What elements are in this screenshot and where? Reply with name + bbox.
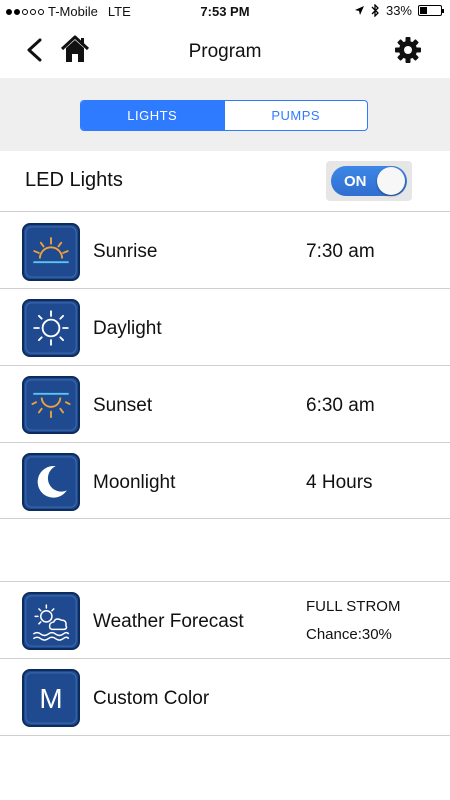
status-bar: T-Mobile LTE 7:53 PM 33% xyxy=(0,0,450,22)
list-item-sunrise[interactable]: Sunrise 7:30 am xyxy=(0,212,450,289)
tab-lights[interactable]: LIGHTS xyxy=(81,101,224,130)
location-arrow-icon xyxy=(354,6,364,15)
toggle-label: ON xyxy=(344,173,367,190)
custom-color-label: Custom Color xyxy=(93,688,210,709)
led-lights-row: LED Lights ON xyxy=(0,151,450,212)
led-toggle[interactable]: ON xyxy=(331,166,407,196)
status-right: 33% xyxy=(354,3,444,18)
daylight-label: Daylight xyxy=(93,318,162,339)
list-item-daylight[interactable]: Daylight xyxy=(0,289,450,366)
battery-icon xyxy=(418,5,444,16)
sunset-icon xyxy=(22,376,80,434)
sunrise-label: Sunrise xyxy=(93,241,158,262)
led-toggle-container: ON xyxy=(326,161,412,201)
letter-m-icon: M xyxy=(22,669,80,727)
weather-forecast-label: Weather Forecast xyxy=(93,611,244,632)
svg-text:M: M xyxy=(39,683,62,714)
moonlight-duration: 4 Hours xyxy=(306,472,373,493)
bluetooth-icon xyxy=(371,4,379,17)
segment-area: LIGHTS PUMPS xyxy=(0,78,450,151)
list-item-moonlight[interactable]: Moonlight 4 Hours xyxy=(0,443,450,519)
list-item-custom-color[interactable]: M Custom Color xyxy=(0,659,450,736)
nav-bar: Program xyxy=(0,22,450,78)
sunrise-icon xyxy=(22,223,80,281)
sun-icon xyxy=(22,299,80,357)
moon-icon xyxy=(22,453,80,511)
moonlight-label: Moonlight xyxy=(93,472,176,493)
segmented-control: LIGHTS PUMPS xyxy=(80,100,368,131)
tab-pumps[interactable]: PUMPS xyxy=(223,101,368,130)
battery-percent: 33% xyxy=(385,3,412,18)
sunrise-time: 7:30 am xyxy=(306,241,375,262)
page-title: Program xyxy=(188,41,262,62)
toggle-knob[interactable] xyxy=(377,167,405,195)
led-lights-label: LED Lights xyxy=(25,169,123,191)
gear-icon[interactable] xyxy=(394,36,422,64)
list-item-sunset[interactable]: Sunset 6:30 am xyxy=(0,366,450,443)
sunset-label: Sunset xyxy=(93,395,153,416)
weather-chance: Chance:30% xyxy=(306,626,392,643)
weather-icon xyxy=(22,592,80,650)
sunset-time: 6:30 am xyxy=(306,395,375,416)
list-item-weather-forecast[interactable]: Weather Forecast FULL STROM Chance:30% xyxy=(0,582,450,659)
weather-condition: FULL STROM xyxy=(306,598,401,615)
